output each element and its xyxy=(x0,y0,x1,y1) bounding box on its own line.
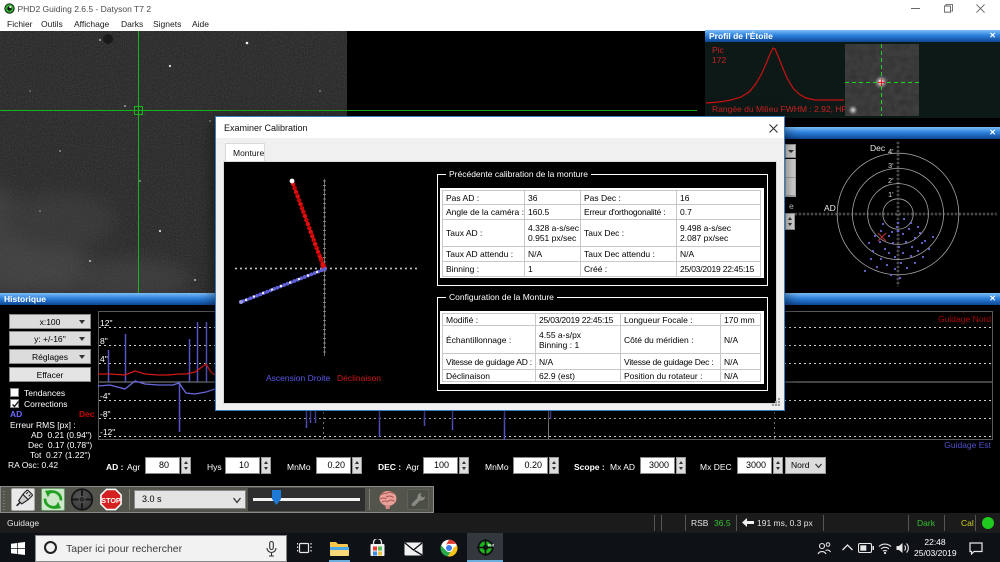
svg-text:4': 4' xyxy=(888,147,894,156)
svg-text:Ascension Droite: Ascension Droite xyxy=(266,373,331,383)
svg-text:STOP: STOP xyxy=(101,497,121,505)
svg-text:1': 1' xyxy=(888,190,894,199)
svg-text:PHD: PHD xyxy=(488,544,494,548)
svg-text:Déclinaison: Déclinaison xyxy=(337,373,381,383)
svg-text:AD: AD xyxy=(824,203,836,213)
svg-text:3': 3' xyxy=(888,161,894,170)
svg-text:2': 2' xyxy=(888,176,894,185)
svg-text:Dec: Dec xyxy=(870,143,886,153)
